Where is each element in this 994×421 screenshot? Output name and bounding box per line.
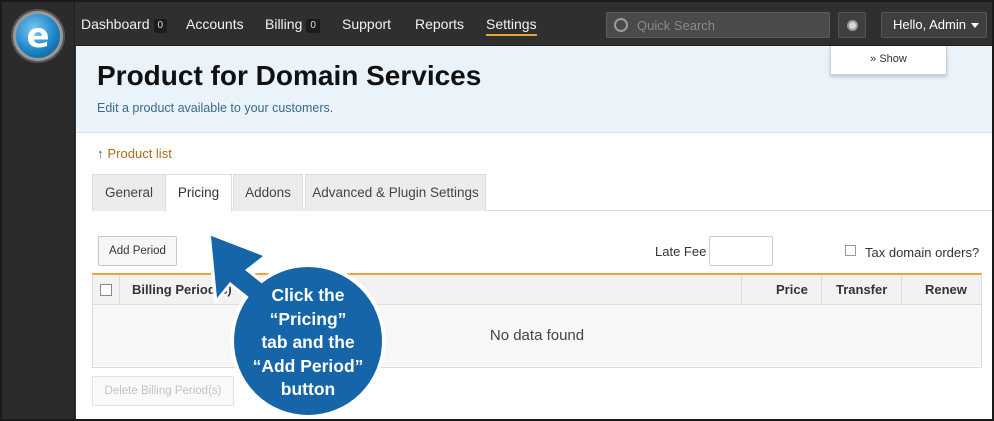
- select-all-checkbox[interactable]: [100, 284, 112, 296]
- nav-reports[interactable]: Reports: [415, 2, 464, 46]
- breadcrumb-product-list: Product list: [107, 146, 172, 161]
- delete-billing-period-button[interactable]: Delete Billing Period(s): [92, 376, 234, 406]
- page-title: Product for Domain Services: [97, 60, 482, 91]
- logo-letter: e: [26, 16, 50, 56]
- nav-billing-label: Billing: [265, 16, 303, 32]
- app-window: e Dashboard 0 Accounts Billing 0 Support R…: [0, 0, 994, 421]
- billing-count-badge: 0: [306, 19, 320, 33]
- tax-domain-label: Tax domain orders?: [865, 245, 980, 260]
- tab-general[interactable]: General: [92, 174, 166, 211]
- page-header: Product for Domain Services Edit a produ…: [76, 46, 992, 133]
- caret-down-icon: [970, 23, 979, 28]
- callout-line: Click the: [271, 285, 345, 305]
- user-menu-label: Hello, Admin: [893, 17, 966, 32]
- nav-reports-label: Reports: [415, 16, 465, 32]
- tab-bar: General Pricing Addons Advanced & Plugin…: [92, 174, 992, 212]
- callout-line: “Pricing”: [269, 308, 347, 329]
- late-fee-field[interactable]: [709, 236, 773, 266]
- tax-domain-checkbox[interactable]: [845, 245, 856, 256]
- nav-support[interactable]: Support: [342, 2, 391, 46]
- table-header: Billing Period(s) Price Transfer Renew: [93, 275, 981, 305]
- column-divider: [821, 275, 822, 305]
- column-billing-period[interactable]: Billing Period(s): [132, 275, 232, 305]
- callout-line: button: [280, 379, 336, 399]
- column-price[interactable]: Price: [776, 275, 808, 305]
- tab-advanced-plugin-settings[interactable]: Advanced & Plugin Settings: [305, 174, 486, 211]
- quick-search: [606, 12, 830, 38]
- nav-settings-label: Settings: [486, 16, 537, 32]
- sidebar: e: [2, 2, 75, 419]
- empty-state-message: No data found: [93, 305, 981, 366]
- search-icon: [614, 18, 628, 32]
- nav-billing[interactable]: Billing 0: [265, 2, 320, 46]
- callout-line: tab and the: [261, 332, 355, 352]
- nav-accounts[interactable]: Accounts: [186, 2, 244, 46]
- callout-text: Click the “Pricing” tab and the “Add Per…: [230, 284, 386, 402]
- breadcrumb[interactable]: ↑ Product list: [97, 146, 172, 161]
- late-fee-label: Late Fee: [655, 244, 707, 259]
- top-navbar: Dashboard 0 Accounts Billing 0 Support Rep…: [75, 2, 992, 46]
- globe-icon: [847, 20, 858, 31]
- column-divider: [119, 275, 120, 305]
- billing-periods-table: Billing Period(s) Price Transfer Renew N…: [92, 273, 982, 368]
- add-period-button[interactable]: Add Period: [98, 236, 177, 266]
- language-button[interactable]: [838, 12, 866, 38]
- show-button[interactable]: » Show: [830, 46, 947, 75]
- column-divider: [741, 275, 742, 305]
- nav-dashboard[interactable]: Dashboard 0: [81, 2, 168, 46]
- nav-accounts-label: Accounts: [186, 16, 244, 32]
- logo[interactable]: e: [13, 11, 63, 61]
- column-divider: [901, 275, 902, 305]
- callout-line: “Add Period”: [252, 355, 364, 376]
- search-input[interactable]: [637, 16, 822, 34]
- nav-dashboard-label: Dashboard: [81, 16, 150, 32]
- tab-addons[interactable]: Addons: [233, 174, 303, 211]
- page-subtitle: Edit a product available to your custome…: [97, 101, 334, 115]
- nav-settings[interactable]: Settings: [486, 17, 537, 36]
- main-content: Product for Domain Services Edit a produ…: [76, 46, 992, 419]
- arrow-up-icon: ↑: [97, 146, 104, 161]
- nav-support-label: Support: [342, 16, 392, 32]
- dashboard-count-badge: 0: [153, 19, 168, 33]
- user-menu-button[interactable]: Hello, Admin: [881, 12, 987, 38]
- column-transfer[interactable]: Transfer: [836, 275, 887, 305]
- column-renew[interactable]: Renew: [925, 275, 967, 305]
- tab-pricing[interactable]: Pricing: [165, 174, 232, 212]
